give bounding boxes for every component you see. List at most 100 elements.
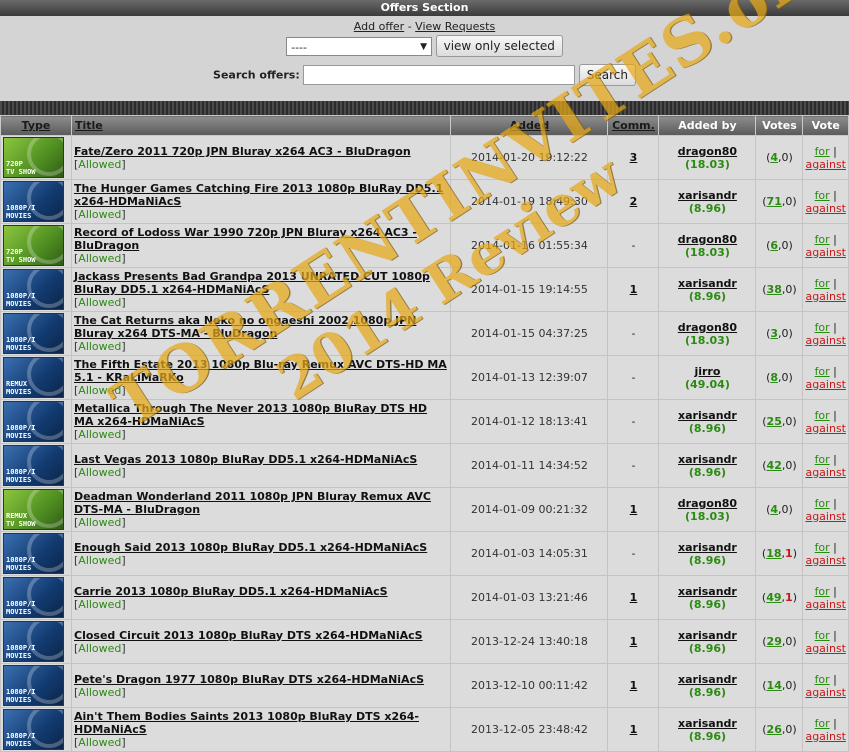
vote-against-link[interactable]: against (805, 730, 846, 743)
vote-against-link[interactable]: against (805, 686, 846, 699)
votes-up[interactable]: 42 (767, 459, 782, 472)
offer-title-link[interactable]: Record of Lodoss War 1990 720p JPN Blura… (74, 226, 417, 252)
col-type[interactable]: Type (0, 115, 72, 136)
vote-against-link[interactable]: against (805, 290, 846, 303)
1080p-movies-icon[interactable]: 1080P/I MOVIES (3, 401, 64, 442)
1080p-movies-icon[interactable]: 1080P/I MOVIES (3, 181, 64, 222)
vote-for-link[interactable]: for (815, 717, 830, 730)
votes-up[interactable]: 38 (767, 283, 782, 296)
user-link[interactable]: dragon80 (678, 233, 737, 246)
vote-for-link[interactable]: for (815, 277, 830, 290)
1080p-movies-icon[interactable]: 1080P/I MOVIES (3, 313, 64, 354)
offer-title-link[interactable]: Fate/Zero 2011 720p JPN Bluray x264 AC3 … (74, 145, 411, 158)
votes-up[interactable]: 18 (766, 547, 781, 560)
offer-title-link[interactable]: Carrie 2013 1080p BluRay DD5.1 x264-HDMa… (74, 585, 388, 598)
votes-up[interactable]: 29 (767, 635, 782, 648)
offer-title-link[interactable]: The Cat Returns aka Neko no ongaeshi 200… (74, 314, 416, 340)
vote-against-link[interactable]: against (805, 554, 846, 567)
vote-for-link[interactable]: for (815, 541, 830, 554)
col-comments[interactable]: Comm. (607, 115, 660, 136)
votes-up[interactable]: 6 (770, 239, 778, 252)
comments-link[interactable]: 2 (630, 195, 638, 208)
user-link[interactable]: xarisandr (678, 277, 737, 290)
1080p-movies-icon[interactable]: 1080P/I MOVIES (3, 445, 64, 486)
add-offer-link[interactable]: Add offer (354, 20, 404, 33)
vote-against-link[interactable]: against (805, 334, 846, 347)
remux-tv-show-icon[interactable]: REMUX TV SHOW (3, 489, 64, 530)
vote-against-link[interactable]: against (805, 158, 846, 171)
user-link[interactable]: jirro (694, 365, 720, 378)
vote-for-link[interactable]: for (815, 233, 830, 246)
1080p-movies-icon[interactable]: 1080P/I MOVIES (3, 577, 64, 618)
offer-title-link[interactable]: Pete's Dragon 1977 1080p BluRay DTS x264… (74, 673, 424, 686)
user-link[interactable]: xarisandr (678, 585, 737, 598)
vote-against-link[interactable]: against (805, 202, 846, 215)
search-input[interactable] (303, 65, 576, 85)
user-link[interactable]: xarisandr (678, 717, 737, 730)
1080p-movies-icon[interactable]: 1080P/I MOVIES (3, 269, 64, 310)
1080p-movies-icon[interactable]: 1080P/I MOVIES (3, 709, 64, 750)
user-link[interactable]: xarisandr (678, 409, 737, 422)
vote-against-link[interactable]: against (805, 246, 846, 259)
search-button[interactable]: Search (578, 64, 636, 86)
comments-link[interactable]: 1 (630, 723, 638, 736)
offer-title-link[interactable]: Enough Said 2013 1080p BluRay DD5.1 x264… (74, 541, 427, 554)
user-link[interactable]: dragon80 (678, 145, 737, 158)
category-select[interactable]: ---- ▼ (286, 36, 433, 56)
vote-against-link[interactable]: against (805, 378, 846, 391)
view-requests-link[interactable]: View Requests (415, 20, 495, 33)
vote-for-link[interactable]: for (815, 629, 830, 642)
offer-title-link[interactable]: Last Vegas 2013 1080p BluRay DD5.1 x264-… (74, 453, 417, 466)
1080p-movies-icon[interactable]: 1080P/I MOVIES (3, 533, 64, 574)
offer-title-link[interactable]: The Fifth Estate 2013 1080p Blu-ray Remu… (74, 358, 447, 384)
vote-for-link[interactable]: for (815, 497, 830, 510)
comments-link[interactable]: 3 (630, 151, 638, 164)
comments-link[interactable]: 1 (630, 591, 638, 604)
720p-tv-show-icon[interactable]: 720P TV SHOW (3, 225, 64, 266)
user-link[interactable]: xarisandr (678, 673, 737, 686)
user-link[interactable]: dragon80 (678, 321, 737, 334)
vote-for-link[interactable]: for (815, 321, 830, 334)
vote-against-link[interactable]: against (805, 598, 846, 611)
user-link[interactable]: xarisandr (678, 629, 737, 642)
vote-for-link[interactable]: for (815, 365, 830, 378)
720p-tv-show-icon[interactable]: 720P TV SHOW (3, 137, 64, 178)
offer-title-link[interactable]: Closed Circuit 2013 1080p BluRay DTS x26… (74, 629, 423, 642)
col-added[interactable]: Added (450, 115, 609, 136)
1080p-movies-icon[interactable]: 1080P/I MOVIES (3, 665, 64, 706)
vote-against-link[interactable]: against (805, 510, 846, 523)
vote-for-link[interactable]: for (815, 585, 830, 598)
votes-up[interactable]: 71 (767, 195, 782, 208)
remux-movies-icon[interactable]: REMUX MOVIES (3, 357, 64, 398)
offer-title-link[interactable]: Metallica Through The Never 2013 1080p B… (74, 402, 427, 428)
comments-link[interactable]: 1 (630, 503, 638, 516)
col-title[interactable]: Title (70, 115, 452, 136)
comments-link[interactable]: 1 (630, 679, 638, 692)
vote-for-link[interactable]: for (815, 145, 830, 158)
vote-against-link[interactable]: against (805, 422, 846, 435)
offer-title-link[interactable]: Jackass Presents Bad Grandpa 2013 UNRATE… (74, 270, 430, 296)
offer-title-link[interactable]: The Hunger Games Catching Fire 2013 1080… (74, 182, 443, 208)
votes-up[interactable]: 4 (770, 503, 778, 516)
user-link[interactable]: xarisandr (678, 541, 737, 554)
1080p-movies-icon[interactable]: 1080P/I MOVIES (3, 621, 64, 662)
votes-up[interactable]: 26 (767, 723, 782, 736)
votes-up[interactable]: 25 (767, 415, 782, 428)
vote-for-link[interactable]: for (815, 189, 830, 202)
vote-against-link[interactable]: against (805, 466, 846, 479)
votes-up[interactable]: 49 (766, 591, 781, 604)
offer-title-link[interactable]: Ain't Them Bodies Saints 2013 1080p BluR… (74, 710, 419, 736)
vote-for-link[interactable]: for (815, 673, 830, 686)
comments-link[interactable]: 1 (630, 283, 638, 296)
vote-against-link[interactable]: against (805, 642, 846, 655)
user-link[interactable]: dragon80 (678, 497, 737, 510)
votes-up[interactable]: 14 (767, 679, 782, 692)
votes-up[interactable]: 8 (770, 371, 778, 384)
user-link[interactable]: xarisandr (678, 189, 737, 202)
vote-for-link[interactable]: for (815, 409, 830, 422)
user-link[interactable]: xarisandr (678, 453, 737, 466)
votes-up[interactable]: 4 (770, 151, 778, 164)
comments-link[interactable]: 1 (630, 635, 638, 648)
votes-up[interactable]: 3 (770, 327, 778, 340)
vote-for-link[interactable]: for (815, 453, 830, 466)
